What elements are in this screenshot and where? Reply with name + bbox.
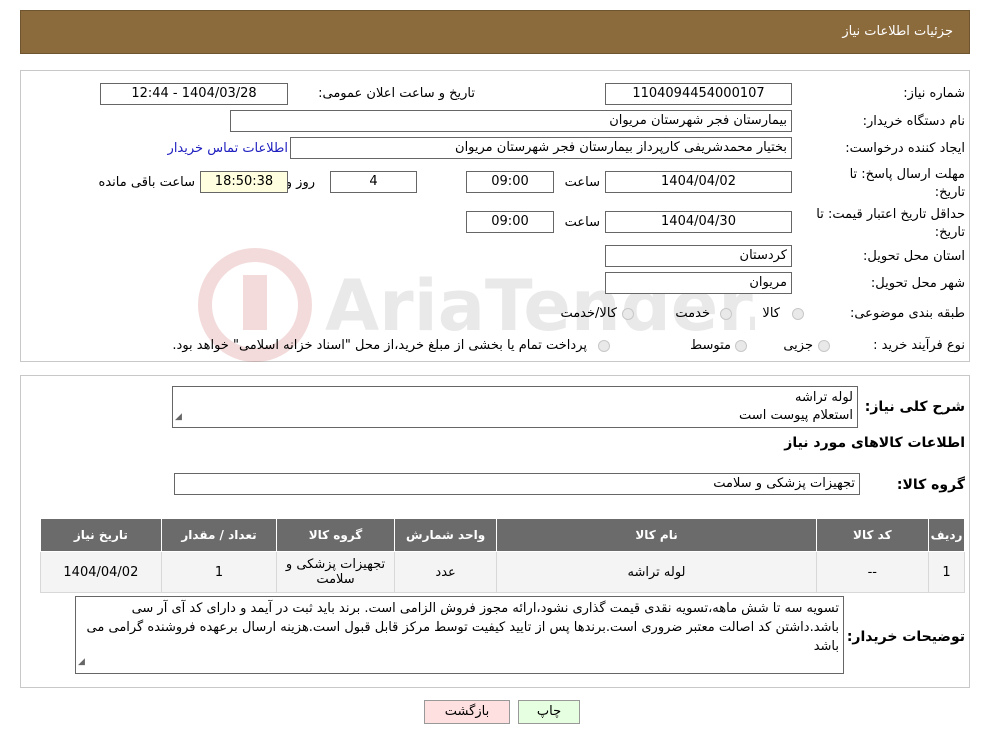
city-label: شهر محل تحویل: xyxy=(870,276,965,291)
back-button[interactable]: بازگشت xyxy=(424,700,510,724)
col-header-unit: واحد شمارش xyxy=(393,518,498,552)
category-label: طبقه بندی موضوعی: xyxy=(849,306,965,321)
buyer-org-field: بیمارستان فجر شهرستان مریوان xyxy=(230,110,792,132)
announce-datetime-field: 1404/03/28 - 12:44 xyxy=(100,83,288,105)
city-field: مریوان xyxy=(605,272,792,294)
page-header: جزئیات اطلاعات نیاز xyxy=(20,10,970,54)
goods-group-field: تجهیزات پزشکی و سلامت xyxy=(174,473,860,495)
col-header-item-code: کد کالا xyxy=(815,518,930,552)
reply-time-label: ساعت xyxy=(564,175,600,190)
reply-deadline-label: مهلت ارسال پاسخ: تا xyxy=(849,167,965,182)
cell-need-date: 1404/04/02 xyxy=(40,551,162,593)
validity-time-label: ساعت xyxy=(564,215,600,230)
creator-field: بختیار محمدشریفی کارپرداز بیمارستان فجر … xyxy=(290,137,792,159)
resize-handle-icon[interactable]: ◢ xyxy=(78,653,85,672)
process-treasury-note: پرداخت تمام یا بخشی از مبلغ خرید،از محل … xyxy=(172,338,587,353)
province-field: کردستان xyxy=(605,245,792,267)
buyer-org-label: نام دستگاه خریدار: xyxy=(862,114,965,129)
category-option-goods: کالا xyxy=(762,306,780,321)
days-label: روز و xyxy=(285,175,315,190)
category-radio-service[interactable] xyxy=(720,308,732,320)
buyer-notes-text: تسویه سه تا شش ماهه،تسویه نقدی قیمت گذار… xyxy=(86,601,839,654)
cell-quantity: 1 xyxy=(160,551,278,593)
province-label: استان محل تحویل: xyxy=(863,249,965,264)
cell-row-number: 1 xyxy=(928,551,965,593)
summary-line-1: لوله تراشه xyxy=(794,390,853,405)
category-option-goods-service: کالا/خدمت xyxy=(560,306,617,321)
cell-item-code: -- xyxy=(815,551,930,593)
table-row: 1 -- لوله تراشه عدد تجهیزات پزشکی و سلام… xyxy=(40,551,965,593)
announce-label: تاریخ و ساعت اعلان عمومی: xyxy=(318,86,475,101)
col-header-need-date: تاریخ نیاز xyxy=(40,518,162,552)
col-header-row-number: ردیف xyxy=(928,518,965,552)
col-header-item-name: نام کالا xyxy=(496,518,817,552)
validity-time-field: 09:00 xyxy=(466,211,554,233)
summary-line-2: استعلام پیوست است xyxy=(739,408,853,423)
print-button[interactable]: چاپ xyxy=(518,700,580,724)
category-radio-goods-service[interactable] xyxy=(622,308,634,320)
page-title: جزئیات اطلاعات نیاز xyxy=(842,24,953,39)
remaining-days-field: 4 xyxy=(330,171,417,193)
process-radio-minor[interactable] xyxy=(818,340,830,352)
process-option-medium: متوسط xyxy=(690,338,731,353)
cell-item-name: لوله تراشه xyxy=(496,551,817,593)
process-option-minor: جزیی xyxy=(783,338,813,353)
validity-label-2: تاریخ: xyxy=(934,225,965,240)
buyer-notes-label: توضیحات خریدار: xyxy=(846,629,965,645)
cell-unit: عدد xyxy=(393,551,498,593)
validity-label: حداقل تاریخ اعتبار قیمت: تا xyxy=(816,207,965,222)
category-option-service: خدمت xyxy=(675,306,710,321)
category-radio-goods[interactable] xyxy=(792,308,804,320)
table-header-row: ردیف کد کالا نام کالا واحد شمارش گروه کا… xyxy=(40,518,965,552)
col-header-item-group: گروه کالا xyxy=(276,518,395,552)
need-number-label: شماره نیاز: xyxy=(903,86,965,101)
col-header-quantity: تعداد / مقدار xyxy=(160,518,278,552)
reply-time-field: 09:00 xyxy=(466,171,554,193)
summary-label: شرح کلی نیاز: xyxy=(864,399,965,415)
buyer-contact-link[interactable]: اطلاعات تماس خریدار xyxy=(168,141,288,156)
buyer-notes-textarea[interactable]: تسویه سه تا شش ماهه،تسویه نقدی قیمت گذار… xyxy=(75,596,844,674)
remaining-time-label: ساعت باقی مانده xyxy=(98,175,195,190)
process-radio-treasury[interactable] xyxy=(598,340,610,352)
goods-group-label: گروه کالا: xyxy=(896,477,965,493)
resize-handle-icon[interactable]: ◢ xyxy=(175,408,182,426)
creator-label: ایجاد کننده درخواست: xyxy=(845,141,965,156)
cell-item-group: تجهیزات پزشکی و سلامت xyxy=(276,551,395,593)
reply-date-field: 1404/04/02 xyxy=(605,171,792,193)
summary-textarea[interactable]: لوله تراشه استعلام پیوست است ◢ xyxy=(172,386,858,428)
validity-date-field: 1404/04/30 xyxy=(605,211,792,233)
remaining-time-field: 18:50:38 xyxy=(200,171,288,193)
need-number-field: 1104094454000107 xyxy=(605,83,792,105)
process-label: نوع فرآیند خرید : xyxy=(873,338,965,353)
items-table: ردیف کد کالا نام کالا واحد شمارش گروه کا… xyxy=(40,518,965,593)
goods-info-title: اطلاعات کالاهای مورد نیاز xyxy=(784,435,965,451)
process-radio-medium[interactable] xyxy=(735,340,747,352)
reply-deadline-label-2: تاریخ: xyxy=(934,185,965,200)
